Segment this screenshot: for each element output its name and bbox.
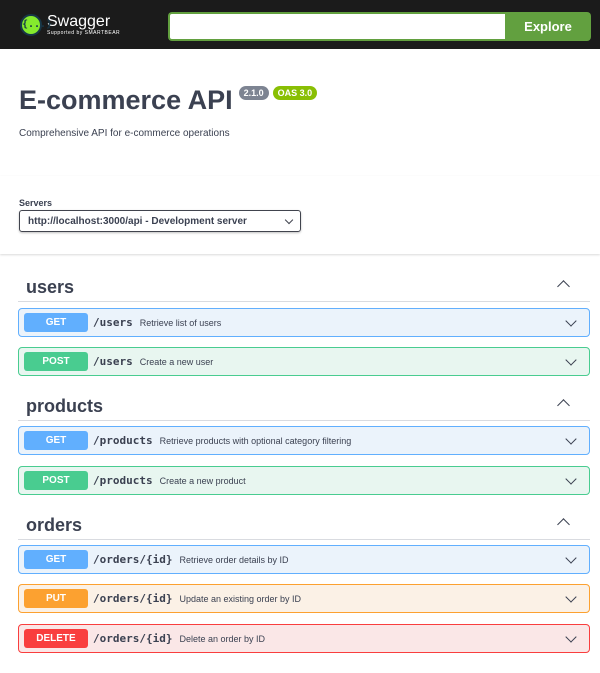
chevron-down-icon (565, 433, 577, 445)
chevron-down-icon (565, 552, 577, 564)
servers-select[interactable]: http://localhost:3000/api - Development … (19, 210, 301, 232)
operation-get-users[interactable]: GET /users Retrieve list of users (18, 308, 590, 337)
operation-summary: Retrieve products with optional category… (159, 435, 352, 446)
method-badge: DELETE (24, 629, 88, 648)
chevron-up-icon (557, 399, 570, 412)
operation-summary: Delete an order by ID (179, 633, 266, 644)
version-badge: 2.1.0 (238, 86, 269, 100)
operation-path: /users (93, 316, 133, 329)
operation-path: /products (93, 474, 153, 487)
chevron-down-icon (565, 315, 577, 327)
tag-users-header[interactable]: users (18, 268, 590, 302)
operation-summary: Create a new user (139, 356, 214, 367)
page-title: E-commerce API (19, 85, 233, 115)
servers-selected-value: http://localhost:3000/api - Development … (28, 215, 247, 227)
operation-post-users[interactable]: POST /users Create a new user (18, 347, 590, 376)
chevron-down-icon (565, 631, 577, 643)
swagger-logo[interactable]: {...} Swagger Supported by SMARTBEAR (20, 9, 120, 41)
operation-post-products[interactable]: POST /products Create a new product (18, 466, 590, 495)
method-badge: GET (24, 550, 88, 569)
swagger-logo-icon: {...} (20, 14, 52, 36)
operation-get-order[interactable]: GET /orders/{id} Retrieve order details … (18, 545, 590, 574)
method-badge: PUT (24, 589, 88, 608)
tag-orders-header[interactable]: orders (18, 506, 590, 540)
chevron-down-icon (565, 591, 577, 603)
operation-summary: Retrieve list of users (139, 317, 222, 328)
topbar: {...} Swagger Supported by SMARTBEAR Exp… (0, 0, 600, 49)
operation-get-products[interactable]: GET /products Retrieve products with opt… (18, 426, 590, 455)
explore-button[interactable]: Explore (505, 12, 591, 41)
operation-path: /orders/{id} (93, 553, 173, 566)
operation-path: /orders/{id} (93, 632, 173, 645)
operation-path: /users (93, 355, 133, 368)
operation-path: /orders/{id} (93, 592, 173, 605)
oas-badge: OAS 3.0 (272, 86, 318, 100)
chevron-down-icon (284, 215, 294, 224)
operation-summary: Create a new product (159, 475, 246, 486)
chevron-down-icon (565, 473, 577, 485)
chevron-up-icon (557, 518, 570, 531)
method-badge: POST (24, 471, 88, 490)
chevron-up-icon (557, 280, 570, 293)
logo-title: Swagger (47, 13, 111, 30)
servers-section: Servers http://localhost:3000/api - Deve… (0, 176, 600, 254)
api-title-row: E-commerce API 2.1.0 OAS 3.0 (19, 84, 318, 116)
operation-summary: Retrieve order details by ID (179, 554, 289, 565)
chevron-down-icon (565, 354, 577, 366)
tag-title: products (26, 396, 104, 416)
logo-subtitle: Supported by SMARTBEAR (47, 30, 121, 36)
operation-delete-order[interactable]: DELETE /orders/{id} Delete an order by I… (18, 624, 590, 653)
tag-products-header[interactable]: products (18, 387, 590, 421)
tag-title: users (26, 277, 75, 297)
spec-url-input[interactable] (168, 12, 505, 41)
method-badge: GET (24, 431, 88, 450)
api-description: Comprehensive API for e-commerce operati… (19, 128, 230, 139)
method-badge: GET (24, 313, 88, 332)
method-badge: POST (24, 352, 88, 371)
tag-title: orders (26, 515, 83, 535)
servers-label: Servers (19, 198, 53, 208)
operation-path: /products (93, 434, 153, 447)
operation-put-order[interactable]: PUT /orders/{id} Update an existing orde… (18, 584, 590, 613)
operation-summary: Update an existing order by ID (179, 593, 302, 604)
